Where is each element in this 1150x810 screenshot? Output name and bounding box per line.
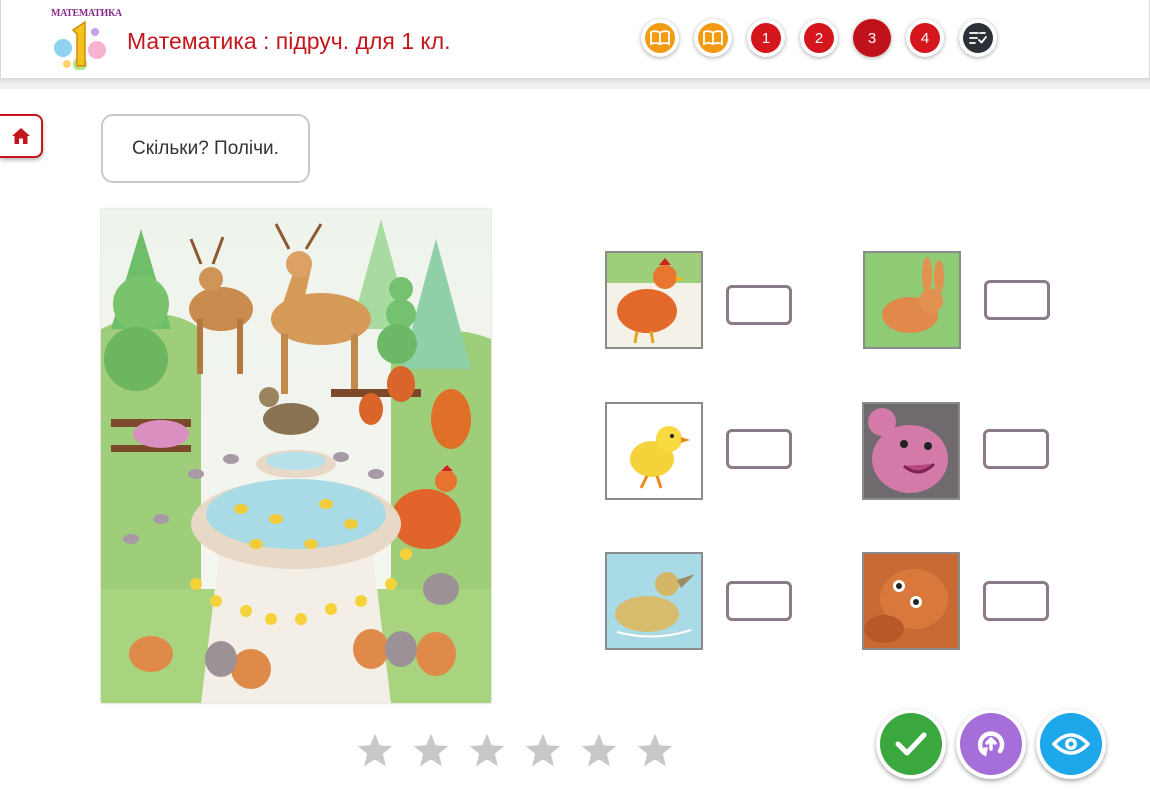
duckling-count-input[interactable] xyxy=(726,581,792,621)
chick-icon xyxy=(607,404,701,498)
hen-count-input[interactable] xyxy=(726,285,792,325)
task-text: Скільки? Полічи. xyxy=(132,137,279,159)
park-illustration xyxy=(101,209,491,703)
star-icon xyxy=(581,733,617,767)
nav-book-button-1[interactable] xyxy=(641,19,679,57)
nav-checklist-button[interactable] xyxy=(959,19,997,57)
star-icon xyxy=(469,733,505,767)
checklist-icon xyxy=(969,32,987,44)
book-icon xyxy=(650,30,670,46)
nav-book-button-2[interactable] xyxy=(694,19,732,57)
duckling-icon xyxy=(607,554,701,648)
chick-count-input[interactable] xyxy=(726,429,792,469)
rabbit-icon xyxy=(865,253,959,347)
nav-page-3-button[interactable]: 3 xyxy=(853,19,891,57)
rabbit-count-input[interactable] xyxy=(984,280,1050,320)
checkmark-icon xyxy=(895,732,927,756)
home-icon xyxy=(11,128,30,144)
star-icon xyxy=(525,733,561,767)
star-icon xyxy=(413,733,449,767)
book-icon xyxy=(703,30,723,46)
show-answer-button[interactable] xyxy=(1036,709,1106,779)
mouse-icon xyxy=(864,404,958,498)
nav-page-2-button[interactable]: 2 xyxy=(800,19,838,57)
nav-page-4-button[interactable]: 4 xyxy=(906,19,944,57)
nav-page-1-label: 1 xyxy=(751,23,781,53)
check-button[interactable] xyxy=(876,709,946,779)
eye-icon xyxy=(1052,733,1090,755)
header: МАТЕМАТИКА Математика : підруч. для 1 кл… xyxy=(0,0,1150,80)
nav-page-3-label: 3 xyxy=(853,19,891,57)
park-illustration-image xyxy=(101,209,491,703)
rating-stars xyxy=(356,732,686,772)
reset-icon xyxy=(977,731,1005,757)
task-instruction: Скільки? Полічи. xyxy=(101,114,310,183)
star-icon xyxy=(637,733,673,767)
page-title: Математика : підруч. для 1 кл. xyxy=(127,28,451,54)
squirrel-picture xyxy=(862,552,960,650)
nav-page-4-label: 4 xyxy=(910,23,940,53)
logo-numeral-image xyxy=(54,20,106,70)
hen-picture xyxy=(605,251,703,349)
home-button[interactable] xyxy=(0,114,43,158)
squirrel-icon xyxy=(864,554,958,648)
squirrel-count-input[interactable] xyxy=(983,581,1049,621)
header-divider xyxy=(0,78,1150,89)
nav-page-2-label: 2 xyxy=(804,23,834,53)
chick-picture xyxy=(605,402,703,500)
rabbit-picture xyxy=(863,251,961,349)
hen-icon xyxy=(607,253,701,347)
logo-text: МАТЕМАТИКА xyxy=(51,8,122,19)
mouse-count-input[interactable] xyxy=(983,429,1049,469)
mouse-picture xyxy=(862,402,960,500)
textbook-logo: МАТЕМАТИКА xyxy=(51,8,122,70)
duckling-picture xyxy=(605,552,703,650)
nav-page-1-button[interactable]: 1 xyxy=(747,19,785,57)
reset-button[interactable] xyxy=(956,709,1026,779)
star-icon xyxy=(357,733,393,767)
